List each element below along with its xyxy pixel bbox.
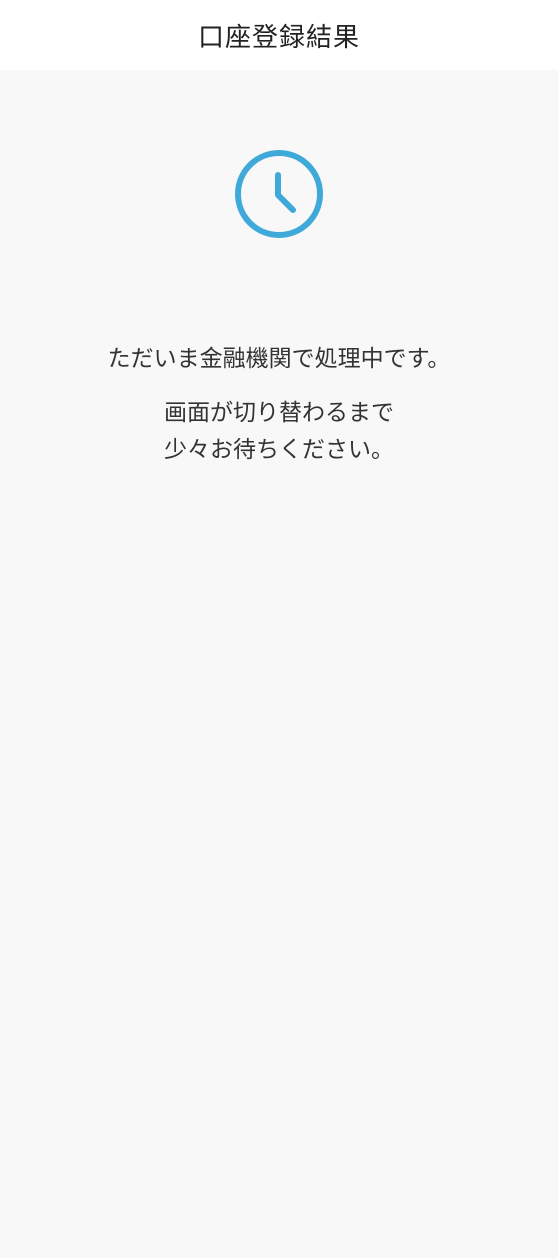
processing-message: ただいま金融機関で処理中です。 <box>107 346 451 372</box>
clock-icon <box>235 150 323 238</box>
wait-message-line-2: 少々お待ちください。 <box>164 437 394 463</box>
wait-message-line-1: 画面が切り替わるまで <box>164 400 394 426</box>
processing-panel: ただいま金融機関で処理中です。 画面が切り替わるまで 少々お待ちください。 <box>0 70 558 1258</box>
app-header: 口座登録結果 <box>0 0 558 70</box>
page-title: 口座登録結果 <box>197 22 360 53</box>
